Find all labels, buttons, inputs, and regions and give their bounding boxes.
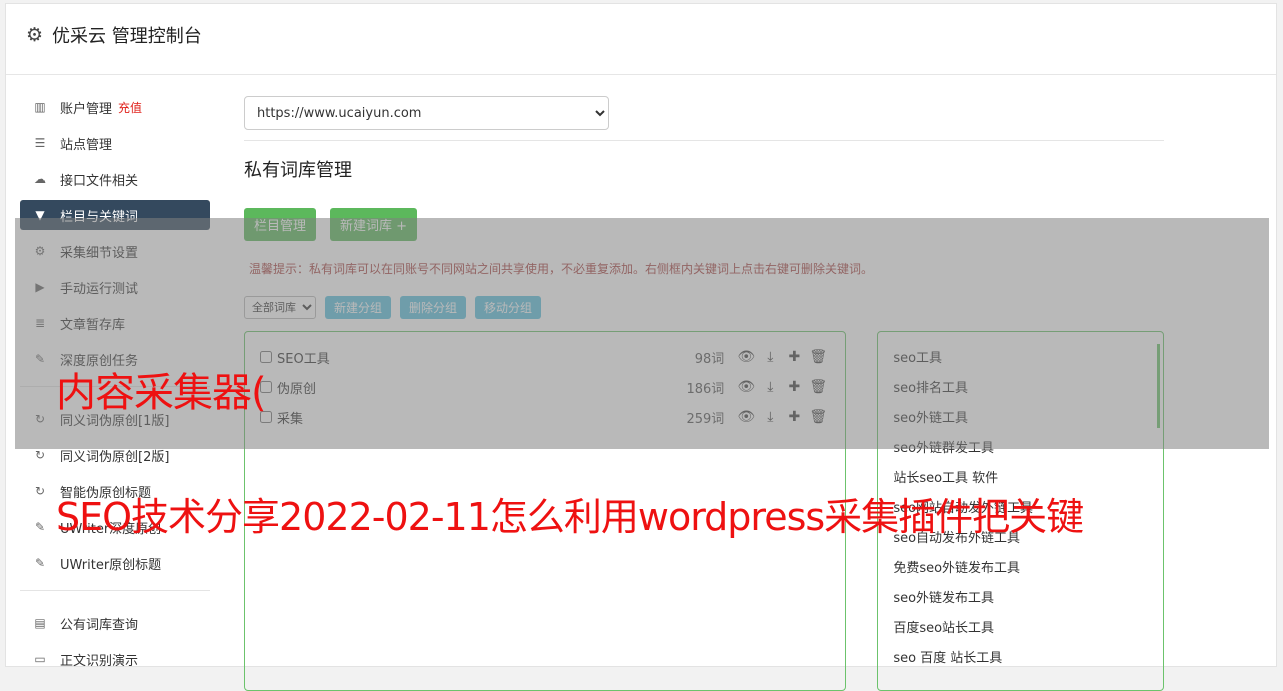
keyword-item[interactable]: seo外链发布工具 — [893, 584, 1148, 614]
group-select[interactable]: 全部词库 — [244, 296, 316, 319]
library-row: SEO工具 98词 👁 ⤓ ✚ 🗑 — [260, 342, 830, 372]
sidebar-item-label: 接口文件相关 — [60, 173, 139, 189]
sidebar-item-account[interactable]: ▥ 账户管理 充值 — [20, 92, 210, 122]
sidebar-item-label: 正文识别演示 — [60, 653, 139, 669]
database-icon: ≣ — [34, 316, 46, 330]
plus-icon[interactable]: ✚ — [782, 349, 806, 365]
sidebar-item-label: 公有词库查询 — [60, 617, 139, 633]
recharge-link[interactable]: 充值 — [118, 99, 142, 116]
sidebar-item-article-storage[interactable]: ≣ 文章暂存库 — [20, 308, 210, 338]
delete-group-button[interactable]: 删除分组 — [400, 296, 467, 319]
sidebar-item-public-lib[interactable]: ▤ 公有词库查询 — [20, 608, 210, 638]
sidebar-item-label: 账户管理 — [60, 101, 113, 117]
trash-icon[interactable]: 🗑 — [806, 379, 830, 395]
sidebar-item-label: 手动运行测试 — [60, 281, 139, 297]
edit-icon: ✎ — [34, 352, 46, 366]
sidebar-item-interface[interactable]: ☁ 接口文件相关 — [20, 164, 210, 194]
sidebar-item-label: 同义词伪原创[2版] — [60, 449, 170, 465]
plus-icon[interactable]: ✚ — [782, 379, 806, 395]
plus-icon[interactable]: ✚ — [782, 409, 806, 425]
download-icon[interactable]: ⤓ — [758, 349, 782, 365]
edit-icon: ✎ — [34, 556, 46, 570]
overlay-title-line1: 内容采集器( — [56, 370, 267, 416]
bar-chart-icon: ▥ — [34, 100, 46, 114]
overlay-title-line2: SEO技术分享2022-02-11怎么利用wordpress采集插件把关键 — [56, 495, 1084, 539]
keyword-item[interactable]: seo排名工具 — [893, 374, 1148, 404]
library-name[interactable]: SEO工具 — [277, 348, 695, 367]
sidebar-item-sites[interactable]: ☰ 站点管理 — [20, 128, 210, 158]
sidebar-item-label: 栏目与关键词 — [60, 209, 139, 225]
sidebar-item-synonym-v2[interactable]: ↻ 同义词伪原创[2版] — [20, 440, 210, 470]
filter-icon: ▼ — [35, 208, 45, 222]
refresh-icon: ↻ — [34, 412, 46, 426]
sidebar-item-label: 站点管理 — [60, 137, 113, 153]
sidebar-item-text-recognition[interactable]: ▭ 正文识别演示 — [20, 644, 210, 674]
sidebar-item-label: 采集细节设置 — [60, 245, 139, 261]
page-title: 优采云 管理控制台 — [52, 26, 202, 47]
divider — [244, 140, 1164, 141]
keyword-item[interactable]: 免费seo外链发布工具 — [893, 554, 1148, 584]
monitor-icon: ▭ — [34, 652, 46, 666]
keyword-item[interactable]: seo工具 — [893, 344, 1148, 374]
trash-icon[interactable]: 🗑 — [806, 409, 830, 425]
server-icon: ☰ — [34, 136, 46, 150]
library-count: 98词 — [694, 351, 725, 367]
download-icon[interactable]: ⤓ — [758, 409, 782, 425]
sidebar-item-label: 文章暂存库 — [60, 317, 126, 333]
eye-icon[interactable]: 👁 — [734, 409, 758, 425]
refresh-icon: ↻ — [34, 448, 46, 462]
new-group-button[interactable]: 新建分组 — [325, 296, 392, 319]
edit-icon: ✎ — [34, 520, 46, 534]
cloud-upload-icon: ☁ — [34, 172, 46, 186]
refresh-icon: ↻ — [34, 484, 46, 498]
library-row: 采集 259词 👁 ⤓ ✚ 🗑 — [260, 402, 830, 432]
sidebar-item-label: UWriter原创标题 — [60, 557, 162, 573]
scrollbar[interactable] — [1157, 344, 1160, 428]
sidebar-item-uwriter-title[interactable]: ✎ UWriter原创标题 — [20, 548, 210, 578]
gear-icon[interactable]: ⚙ — [26, 25, 43, 45]
site-select[interactable]: https://www.ucaiyun.com — [244, 96, 609, 130]
sidebar-divider — [20, 590, 210, 591]
tip-text: 温馨提示：私有词库可以在同账号不同网站之间共享使用，不必重复添加。右侧框内关键词… — [249, 262, 874, 276]
header: ⚙ 优采云 管理控制台 — [6, 4, 1276, 75]
book-icon: ▤ — [34, 616, 46, 630]
column-manage-button[interactable]: 栏目管理 — [244, 208, 317, 241]
library-row: 伪原创 186词 👁 ⤓ ✚ 🗑 — [260, 372, 830, 402]
trash-icon[interactable]: 🗑 — [806, 349, 830, 365]
download-icon[interactable]: ⤓ — [758, 379, 782, 395]
eye-icon[interactable]: 👁 — [734, 349, 758, 365]
new-library-button[interactable]: 新建词库 + — [330, 208, 418, 241]
keyword-item[interactable]: seo 百度 站长工具 — [893, 644, 1148, 674]
library-count: 186词 — [686, 381, 725, 397]
sidebar-item-columns-keywords[interactable]: ▼ 栏目与关键词 — [20, 200, 210, 230]
keyword-item[interactable]: seo外链工具 — [893, 404, 1148, 434]
play-circle-icon: ▶ — [35, 280, 45, 294]
keyword-item[interactable]: 百度seo站长工具 — [893, 614, 1148, 644]
cogs-icon: ⚙ — [34, 244, 46, 258]
library-name[interactable]: 采集 — [277, 408, 686, 427]
keyword-item[interactable]: seo外链群发工具 — [893, 434, 1148, 464]
eye-icon[interactable]: 👁 — [734, 379, 758, 395]
move-group-button[interactable]: 移动分组 — [475, 296, 542, 319]
library-count: 259词 — [686, 411, 725, 427]
library-name[interactable]: 伪原创 — [277, 378, 686, 397]
sidebar-item-collect-settings[interactable]: ⚙ 采集细节设置 — [20, 236, 210, 266]
section-title: 私有词库管理 — [244, 160, 352, 181]
main-content: https://www.ucaiyun.com 私有词库管理 栏目管理 新建词库… — [244, 96, 1164, 691]
sidebar-item-manual-run[interactable]: ▶ 手动运行测试 — [20, 272, 210, 302]
